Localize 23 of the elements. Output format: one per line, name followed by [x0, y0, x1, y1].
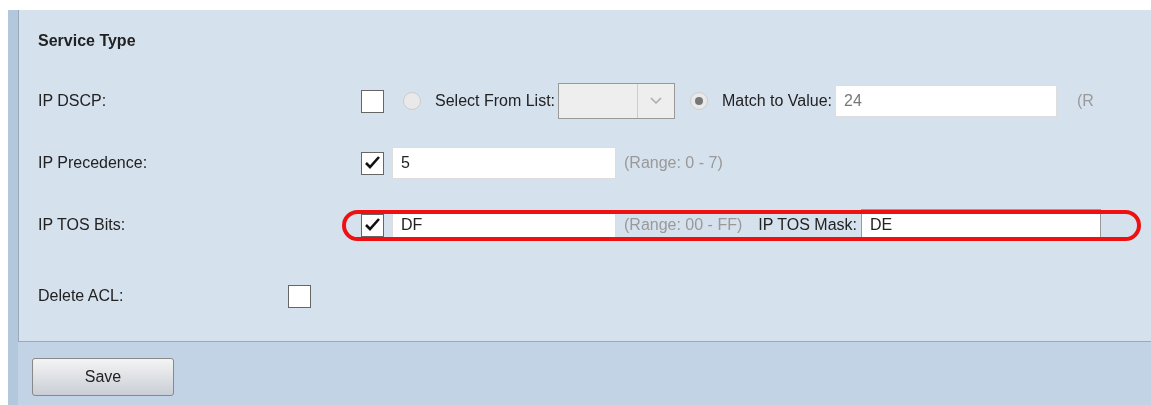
radio-button[interactable]: [403, 92, 421, 110]
checkbox[interactable]: [361, 213, 384, 237]
value-field[interactable]: 5: [392, 147, 616, 179]
checkmark-icon: [365, 156, 380, 170]
chevron-down-icon: [650, 97, 663, 105]
range-hint: (R: [1077, 91, 1094, 111]
checkbox[interactable]: [361, 151, 384, 175]
range-hint: (Range: 00 - FF): [624, 215, 743, 235]
save-button[interactable]: Save: [32, 358, 174, 396]
radio-label: Match to Value:: [722, 91, 832, 111]
checkbox[interactable]: [288, 284, 311, 308]
radio-label: Select From List:: [435, 91, 556, 111]
field-label: IP DSCP:: [38, 91, 108, 111]
checkmark-icon: [365, 218, 380, 232]
section-title: Service Type: [38, 31, 137, 51]
field-label: IP TOS Mask:: [758, 215, 857, 235]
radio-button[interactable]: [690, 92, 709, 110]
field-label: IP Precedence:: [38, 153, 149, 173]
value-field[interactable]: 24: [835, 85, 1057, 117]
field-label: Delete ACL:: [38, 286, 125, 306]
range-hint: (Range: 0 - 7): [624, 153, 723, 173]
field-label: IP TOS Bits:: [38, 215, 127, 235]
checkbox[interactable]: [361, 89, 384, 113]
